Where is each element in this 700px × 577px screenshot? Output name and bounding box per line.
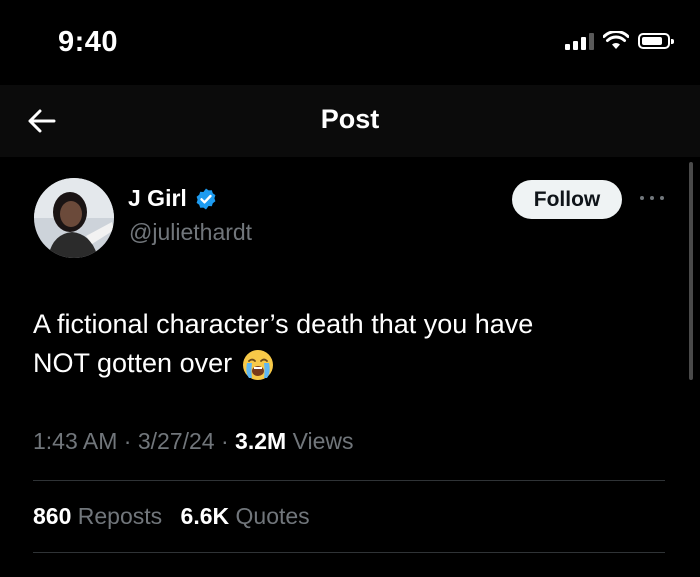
more-dot-icon — [660, 196, 664, 200]
more-dot-icon — [640, 196, 644, 200]
meta-separator: · — [123, 428, 132, 454]
status-icons — [565, 31, 674, 50]
profile-photo — [34, 178, 114, 258]
divider — [33, 480, 665, 481]
reposts-stat[interactable]: 860 Reposts — [33, 503, 169, 529]
status-bar: 9:40 — [0, 0, 700, 85]
quotes-label: Quotes — [235, 503, 310, 529]
more-dot-icon — [650, 196, 654, 200]
divider — [33, 552, 665, 553]
tweet-date[interactable]: 3/27/24 — [138, 428, 215, 454]
wifi-icon — [603, 31, 629, 49]
author-name-text: J Girl — [128, 185, 187, 211]
tweet-line-2-text: NOT gotten over — [33, 348, 233, 378]
status-time: 9:40 — [58, 26, 119, 58]
verified-badge-icon — [196, 188, 216, 209]
views-label: Views — [292, 428, 354, 454]
more-options-button[interactable] — [640, 188, 664, 208]
views-count: 3.2M — [235, 428, 287, 454]
tweet-text: A fictional character’s death that you h… — [33, 305, 653, 383]
battery-icon — [638, 32, 674, 49]
cellular-signal-icon — [565, 32, 594, 50]
loudly-crying-face-icon — [242, 349, 273, 380]
tweet-time[interactable]: 1:43 AM — [33, 428, 117, 454]
avatar[interactable] — [34, 178, 114, 258]
quotes-count: 6.6K — [180, 503, 230, 529]
tweet-meta: 1:43 AM · 3/27/24 · 3.2M Views — [33, 428, 354, 455]
quotes-stat[interactable]: 6.6K Quotes — [181, 503, 310, 529]
scrollbar[interactable] — [689, 162, 693, 380]
meta-separator: · — [220, 428, 229, 454]
page-title: Post — [320, 104, 380, 134]
tweet-line-2: NOT gotten over — [33, 344, 653, 383]
reposts-count: 860 — [33, 503, 72, 529]
follow-button[interactable]: Follow — [512, 180, 622, 219]
engagement-stats: 860 Reposts 6.6K Quotes — [33, 503, 322, 530]
tweet-line-1: A fictional character’s death that you h… — [33, 309, 534, 339]
author-handle[interactable]: @juliethardt — [129, 219, 252, 246]
reposts-label: Reposts — [77, 503, 163, 529]
nav-bar: Post — [0, 85, 700, 157]
author-display-name[interactable]: J Girl — [128, 185, 218, 212]
